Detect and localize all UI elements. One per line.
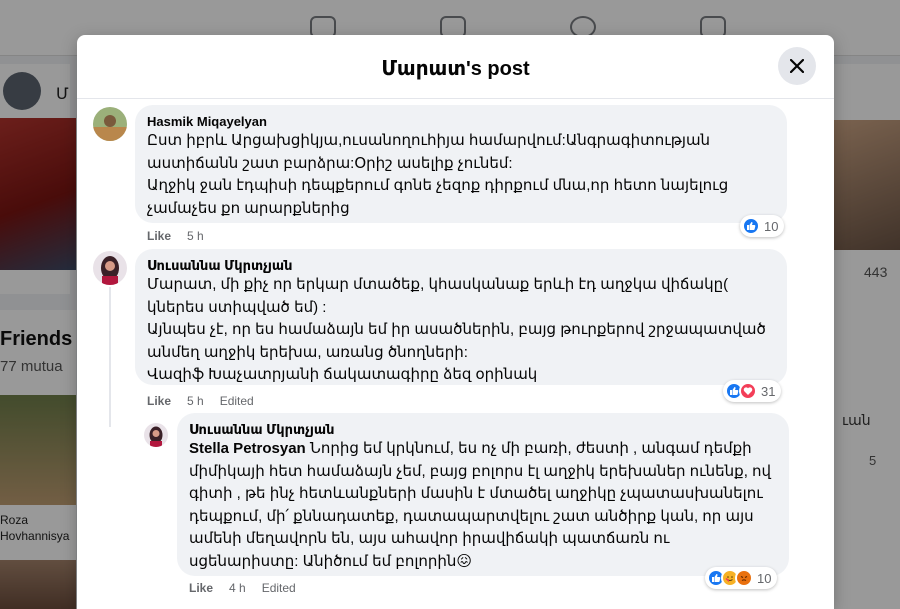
love-icon: [739, 382, 757, 400]
like-icon: [742, 217, 760, 235]
comment-actions: Like 5 h: [147, 229, 204, 243]
friend-photo: [0, 395, 76, 505]
like-button[interactable]: Like: [189, 581, 213, 595]
reaction-summary[interactable]: 10: [740, 215, 785, 237]
comment-timestamp[interactable]: 4 h: [229, 581, 246, 595]
reply-bubble: Սուսաննա Մկրտչյան Stella Petrosyan Նորից…: [177, 413, 789, 576]
avatar-photo: [93, 251, 127, 285]
close-button[interactable]: [778, 47, 816, 85]
avatar-photo: [144, 423, 168, 447]
post-modal: Մարատ's post Hasmik Miqayelyan Ըստ իբրև …: [77, 35, 834, 609]
edited-label[interactable]: Edited: [220, 394, 254, 408]
reaction-summary[interactable]: 10: [705, 567, 778, 589]
profile-avatar: [3, 72, 41, 110]
comment-actions: Like 5 h Edited: [147, 394, 254, 408]
like-button[interactable]: Like: [147, 229, 171, 243]
friend-photo: [0, 560, 76, 609]
comment-count: 443: [864, 264, 888, 280]
angry-icon: [735, 569, 753, 587]
mutual-friends-text: 77 mutua: [0, 358, 63, 375]
comment-text: Ըստ իբրև Արցախցիկյա,ուսանողուհիյա համարվ…: [147, 132, 729, 217]
friends-title: Friends: [0, 328, 73, 350]
comment-timestamp[interactable]: 5 h: [187, 394, 204, 408]
edited-label[interactable]: Edited: [262, 581, 296, 595]
thread-connector: [109, 287, 111, 427]
comment-author[interactable]: Hasmik Miqayelyan: [147, 113, 775, 130]
commenter-avatar[interactable]: [93, 107, 127, 141]
right-text: ւան: [842, 412, 871, 428]
reaction-count: 31: [761, 383, 776, 399]
reply-text: Նորից եմ կրկնում, ես ոչ մի բառի, ժեստի ,…: [189, 440, 772, 570]
modal-header: Մարատ's post: [77, 35, 834, 99]
commenter-avatar[interactable]: [144, 423, 168, 447]
comment-bubble: Hasmik Miqayelyan Ըստ իբրև Արցախցիկյա,ու…: [135, 105, 787, 223]
post-image: [0, 118, 76, 270]
reaction-count: 10: [764, 218, 779, 234]
comment-text: Stella Petrosyan Նորից եմ կրկնում, ես ոչ…: [189, 438, 777, 573]
tagged-user[interactable]: Stella Petrosyan: [189, 440, 306, 457]
reaction-count: 10: [757, 570, 772, 586]
comment-author[interactable]: Սուսաննա Մկրտչյան: [147, 257, 775, 274]
profile-name: Մ: [56, 86, 69, 103]
modal-title: Մարատ's post: [381, 58, 530, 80]
right-post-image: [834, 120, 900, 250]
avatar-photo: [93, 107, 127, 141]
like-button[interactable]: Like: [147, 394, 171, 408]
comment-author[interactable]: Սուսաննա Մկրտչյան: [189, 421, 777, 438]
comment-text: Մարատ, մի քիչ որ երկար մտածեք, կհասկանաք…: [147, 276, 766, 383]
right-reaction-count: 5: [869, 453, 877, 468]
comment-bubble: Սուսաննա Մկրտչյան Մարատ, մի քիչ որ երկար…: [135, 249, 787, 385]
comment-timestamp[interactable]: 5 h: [187, 229, 204, 243]
comment-actions: Like 4 h Edited: [189, 581, 296, 595]
friend-name: Roza Hovhannisya: [0, 513, 70, 543]
close-icon: [790, 59, 804, 73]
commenter-avatar[interactable]: [93, 251, 127, 285]
reaction-summary[interactable]: 31: [723, 380, 782, 402]
